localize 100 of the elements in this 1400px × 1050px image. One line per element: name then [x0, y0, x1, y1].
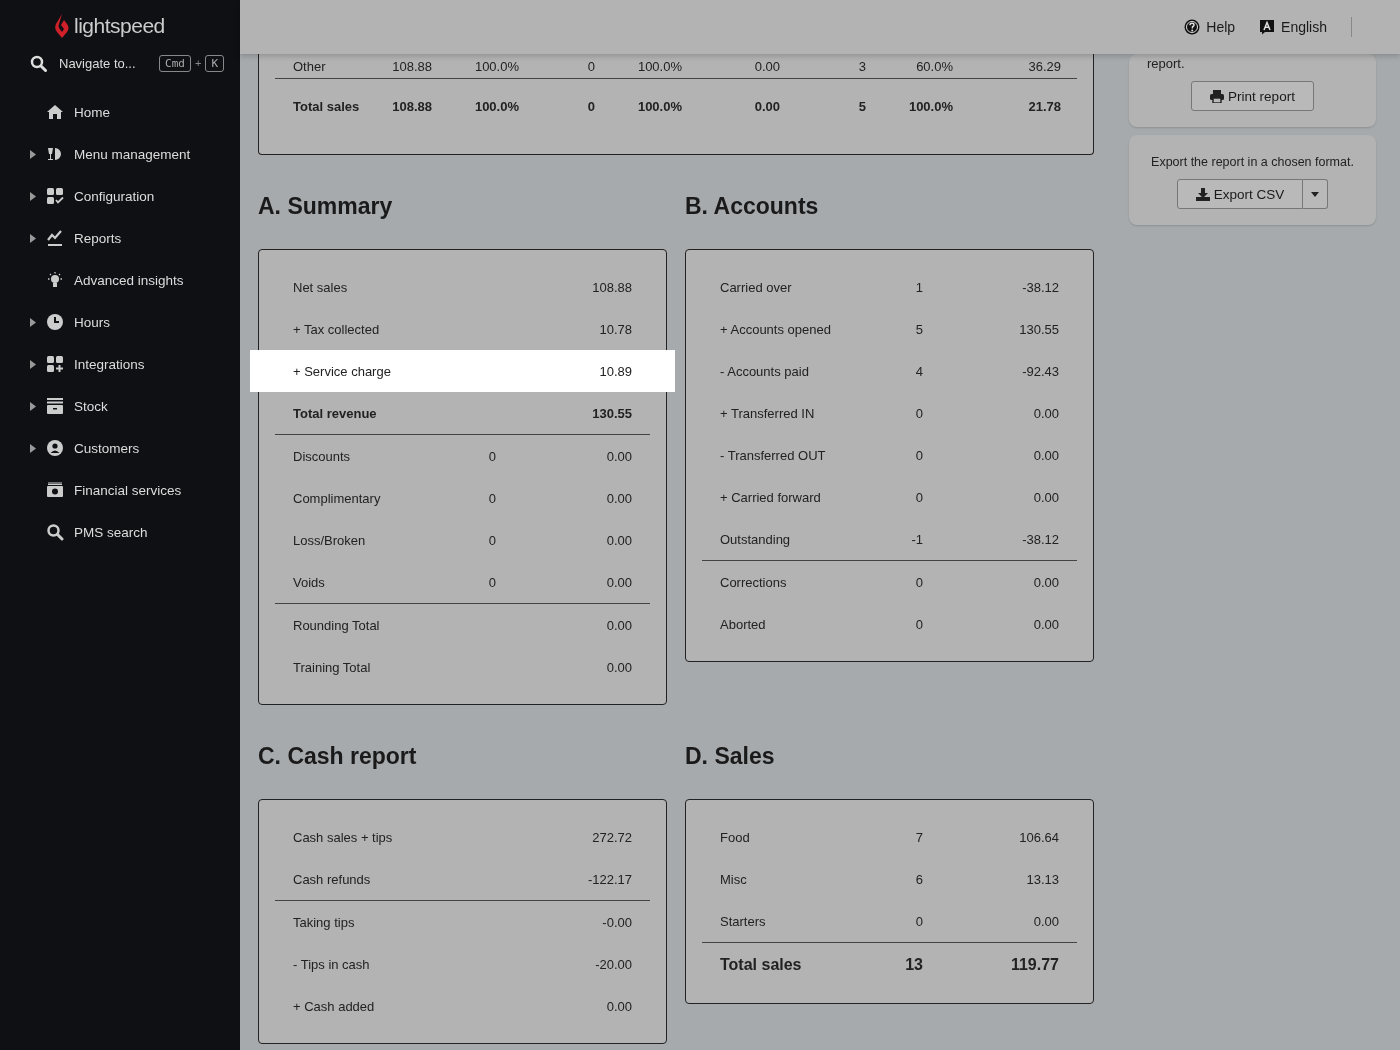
caret-icon — [30, 191, 36, 201]
row-value: 13.13 — [1025, 871, 1059, 887]
row-label: Loss/Broken — [293, 532, 367, 548]
row-value: -92.43 — [1021, 363, 1059, 379]
caret-icon — [30, 443, 36, 453]
row-label: + Service charge — [293, 363, 392, 379]
caret-icon — [30, 359, 36, 369]
key-cap: Cmd — [159, 54, 191, 72]
search-icon — [46, 523, 64, 541]
row-label: + Transferred IN — [720, 405, 816, 421]
nav-item[interactable]: Configuration — [0, 175, 240, 217]
brand-name: lightspeed — [74, 14, 165, 38]
caret-icon — [30, 233, 36, 243]
caret-icon — [30, 149, 36, 159]
caret-icon — [30, 401, 36, 411]
nav-item[interactable]: Advanced insights — [0, 259, 240, 301]
row-label: Outstanding — [720, 531, 792, 547]
row-label: Cash refunds — [293, 871, 372, 887]
row-label: - Accounts paid — [720, 363, 810, 379]
row-value: -38.12 — [1021, 279, 1059, 295]
table-cell-text: 100.0% — [907, 99, 953, 114]
export-description: Export the report in a chosen format. — [1151, 155, 1354, 169]
row-count: 0 — [488, 448, 496, 464]
row-label: Voids — [293, 574, 326, 590]
row-count: 4 — [915, 363, 923, 379]
box-stack-icon — [46, 397, 64, 415]
row-value: 0.00 — [605, 448, 632, 464]
row-count: 0 — [488, 490, 496, 506]
language-link[interactable]: English — [1259, 19, 1327, 35]
row-value: 0.00 — [605, 659, 632, 675]
help-link[interactable]: Help — [1184, 19, 1236, 35]
row-label: Taking tips — [293, 914, 356, 930]
row-label: + Accounts opened — [720, 321, 832, 337]
row-label: Corrections — [720, 574, 788, 590]
language-icon — [1259, 19, 1276, 35]
clock-icon — [46, 313, 64, 331]
nav-item[interactable]: Reports — [0, 217, 240, 259]
row-count: 0 — [915, 447, 923, 463]
table-cell-text: 36.29 — [1027, 58, 1061, 74]
row-count: 0 — [915, 489, 923, 505]
navigate-field[interactable]: Navigate to... Cmd + K — [30, 50, 224, 76]
caret-icon — [30, 317, 36, 327]
row-label: Aborted — [720, 616, 767, 632]
nav-item[interactable]: Customers — [0, 427, 240, 469]
row-value: 0.00 — [1032, 447, 1059, 463]
row-value: 106.64 — [1018, 829, 1059, 845]
nav-item[interactable]: Home — [0, 91, 240, 133]
row-value: 10.89 — [598, 363, 632, 379]
row-value: 272.72 — [591, 829, 632, 845]
nav-item[interactable]: Menu management — [0, 133, 240, 175]
row-count: 0 — [488, 532, 496, 548]
row-label: Misc — [720, 871, 748, 887]
row-value: 0.00 — [1032, 913, 1059, 929]
table-cell-text: 100.0% — [636, 58, 682, 74]
search-icon — [30, 54, 47, 72]
printer-icon — [1210, 89, 1225, 103]
row-value: -20.00 — [594, 956, 632, 972]
row-value: 0.00 — [605, 532, 632, 548]
table-cell-text: 60.0% — [915, 58, 953, 74]
row-label: Cash sales + tips — [293, 829, 394, 845]
lightbulb-icon — [46, 271, 64, 289]
export-button[interactable]: Export CSV — [1176, 179, 1304, 209]
print-button[interactable]: Print report — [1191, 81, 1314, 111]
row-count: 1 — [915, 279, 923, 295]
row-count: 0 — [915, 574, 923, 590]
tiles-plus-icon — [46, 355, 64, 373]
row-value: 0.00 — [1032, 574, 1059, 590]
banknote-icon — [46, 481, 64, 499]
nav-item[interactable]: Integrations — [0, 343, 240, 385]
row-label: Starters — [720, 913, 767, 929]
row-value: 0.00 — [605, 998, 632, 1014]
row-value: 108.88 — [591, 279, 632, 295]
row-count: 6 — [915, 871, 923, 887]
row-label: Rounding Total — [293, 617, 381, 633]
row-value: -122.17 — [586, 871, 632, 887]
row-value: 0.00 — [605, 490, 632, 506]
dropdown-button[interactable] — [1303, 179, 1329, 209]
key-joiner: + — [194, 57, 202, 69]
row-count: 0 — [488, 574, 496, 590]
nav-item[interactable]: Hours — [0, 301, 240, 343]
section-title: B. Accounts — [685, 193, 820, 221]
row-value: 0.00 — [1032, 405, 1059, 421]
row-count: 13 — [905, 956, 923, 973]
row-label: Discounts — [293, 448, 352, 464]
row-label: Complimentary — [293, 490, 382, 506]
table-cell-text: 21.78 — [1027, 99, 1061, 114]
nav-item[interactable]: PMS search — [0, 511, 240, 553]
table-cell-text: 100.0% — [636, 99, 682, 114]
row-value: 0.00 — [605, 574, 632, 590]
row-label: Total revenue — [293, 405, 378, 421]
row-label: Training Total — [293, 659, 372, 675]
table-cell-text: 108.88 — [391, 99, 432, 114]
table-cell-text: 100.0% — [473, 58, 519, 74]
row-count: 0 — [915, 616, 923, 632]
row-value: 10.78 — [598, 321, 632, 337]
question-icon — [1184, 19, 1201, 35]
table-cell-text: 5 — [857, 99, 866, 114]
nav-item[interactable]: Financial services — [0, 469, 240, 511]
nav-item[interactable]: Stock — [0, 385, 240, 427]
row-value: 119.77 — [1009, 956, 1059, 974]
